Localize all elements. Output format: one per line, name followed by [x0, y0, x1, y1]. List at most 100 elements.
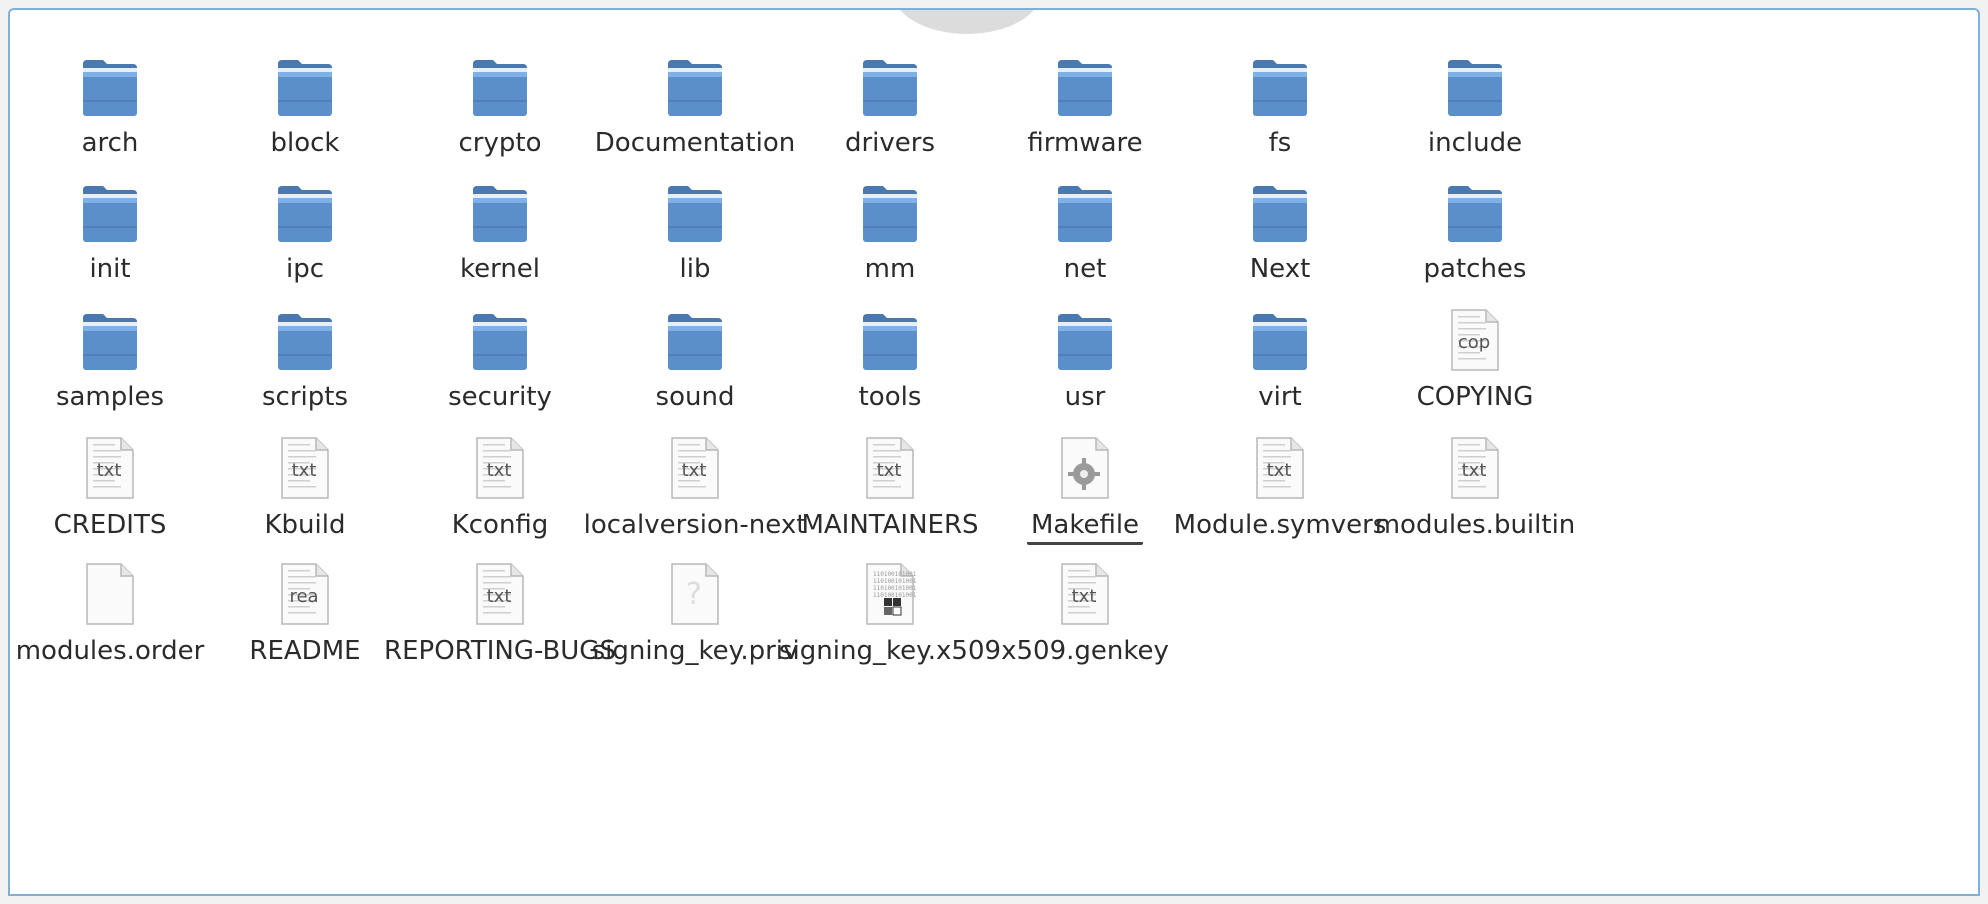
folder-icon: [83, 60, 137, 116]
text-file-icon: txt: [1451, 437, 1499, 499]
svg-text:110100101001: 110100101001: [873, 571, 916, 578]
item-label: Kbuild: [264, 510, 346, 540]
text-file-icon: rea: [281, 563, 329, 625]
folder-item-scripts[interactable]: scripts: [195, 292, 415, 432]
item-icon: [1220, 164, 1340, 244]
folder-item-sound[interactable]: sound: [585, 292, 805, 432]
folder-item-Documentation[interactable]: Documentation: [585, 38, 805, 178]
item-icon: txt: [1220, 420, 1340, 500]
folder-icon: [278, 186, 332, 242]
folder-icon: [278, 60, 332, 116]
svg-text:?: ?: [686, 577, 702, 612]
folder-icon: [668, 186, 722, 242]
item-label: REPORTING-BUGS: [384, 636, 616, 666]
item-label: scripts: [262, 382, 348, 412]
file-item-signing_key.priv[interactable]: ? signing_key.priv: [585, 546, 805, 686]
file-item-Kconfig[interactable]: txt Kconfig: [390, 420, 610, 560]
item-label: net: [1063, 254, 1107, 284]
file-item-MAINTAINERS[interactable]: txt MAINTAINERS: [780, 420, 1000, 560]
file-item-Module.symvers[interactable]: txt Module.symvers: [1170, 420, 1390, 560]
folder-item-block[interactable]: block: [195, 38, 415, 178]
folder-item-init[interactable]: init: [10, 164, 220, 304]
item-icon: [830, 292, 950, 372]
folder-item-firmware[interactable]: firmware: [975, 38, 1195, 178]
file-item-REPORTING-BUGS[interactable]: txt REPORTING-BUGS: [384, 546, 616, 686]
svg-text:110100101001: 110100101001: [873, 585, 916, 592]
folder-item-kernel[interactable]: kernel: [390, 164, 610, 304]
item-label: fs: [1268, 128, 1292, 158]
text-file-icon: txt: [476, 563, 524, 625]
file-item-modules.builtin[interactable]: txt modules.builtin: [1365, 420, 1585, 560]
text-file-icon: txt: [476, 437, 524, 499]
file-item-Kbuild[interactable]: txt Kbuild: [195, 420, 415, 560]
folder-icon: [1058, 186, 1112, 242]
file-manager-window: arch block crypto Documentation drivers …: [8, 8, 1980, 896]
folder-item-Next[interactable]: Next: [1170, 164, 1390, 304]
item-icon: [1415, 164, 1535, 244]
file-item-localversion-next[interactable]: txt localversion-next: [584, 420, 806, 560]
folder-item-arch[interactable]: arch: [10, 38, 220, 178]
file-item-x509.genkey[interactable]: txt x509.genkey: [975, 546, 1195, 686]
item-icon: txt: [1415, 420, 1535, 500]
folder-item-samples[interactable]: samples: [10, 292, 220, 432]
file-item-signing_key.x509[interactable]: 110100101001 110100101001 110100101001 1101…: [779, 546, 1001, 686]
item-icon: [1220, 38, 1340, 118]
item-icon: [245, 38, 365, 118]
folder-item-lib[interactable]: lib: [585, 164, 805, 304]
item-icon: [50, 164, 170, 244]
file-item-Makefile[interactable]: Makefile: [975, 420, 1195, 560]
folder-item-drivers[interactable]: drivers: [780, 38, 1000, 178]
item-label: tools: [858, 382, 922, 412]
folder-icon: [83, 314, 137, 370]
item-label: crypto: [458, 128, 542, 158]
item-label: MAINTAINERS: [801, 510, 979, 540]
folder-item-virt[interactable]: virt: [1170, 292, 1390, 432]
item-icon: [440, 164, 560, 244]
item-label: include: [1427, 128, 1523, 158]
folder-item-include[interactable]: include: [1365, 38, 1585, 178]
item-label: ipc: [285, 254, 325, 284]
folder-item-security[interactable]: security: [390, 292, 610, 432]
folder-item-ipc[interactable]: ipc: [195, 164, 415, 304]
svg-text:txt: txt: [487, 460, 512, 481]
item-icon: [1025, 164, 1145, 244]
item-label: signing_key.x509: [778, 636, 1002, 666]
binary-file-icon: 1101001010011101001010011101001010011101…: [866, 563, 916, 625]
svg-text:txt: txt: [1462, 460, 1487, 481]
folder-icon: [1058, 314, 1112, 370]
file-item-CREDITS[interactable]: txt CREDITS: [10, 420, 220, 560]
folder-item-crypto[interactable]: crypto: [390, 38, 610, 178]
item-label: sound: [655, 382, 735, 412]
item-label: virt: [1258, 382, 1302, 412]
item-label: Makefile: [1026, 508, 1144, 545]
item-label: Module.symvers: [1173, 510, 1387, 540]
folder-icon: [473, 186, 527, 242]
svg-text:txt: txt: [682, 460, 707, 481]
svg-text:txt: txt: [97, 460, 122, 481]
item-icon: 110100101001 110100101001 110100101001 1101…: [830, 546, 950, 626]
text-file-icon: txt: [1061, 563, 1109, 625]
folder-item-usr[interactable]: usr: [975, 292, 1195, 432]
file-item-modules.order[interactable]: modules.order: [10, 546, 220, 686]
item-label: drivers: [844, 128, 936, 158]
item-icon: txt: [440, 546, 560, 626]
item-icon: [50, 38, 170, 118]
folder-item-fs[interactable]: fs: [1170, 38, 1390, 178]
item-label: init: [89, 254, 131, 284]
item-icon: [830, 164, 950, 244]
item-label: kernel: [459, 254, 541, 284]
svg-text:txt: txt: [877, 460, 902, 481]
file-item-COPYING[interactable]: cop COPYING: [1365, 292, 1585, 432]
svg-text:110100101001: 110100101001: [873, 578, 916, 585]
item-label: lib: [679, 254, 711, 284]
folder-item-tools[interactable]: tools: [780, 292, 1000, 432]
folder-icon: [668, 314, 722, 370]
item-icon: [1220, 292, 1340, 372]
folder-item-patches[interactable]: patches: [1365, 164, 1585, 304]
item-icon: txt: [440, 420, 560, 500]
item-label: security: [448, 382, 552, 412]
folder-item-mm[interactable]: mm: [780, 164, 1000, 304]
item-icon: cop: [1415, 292, 1535, 372]
folder-item-net[interactable]: net: [975, 164, 1195, 304]
svg-text:cop: cop: [1458, 332, 1490, 353]
